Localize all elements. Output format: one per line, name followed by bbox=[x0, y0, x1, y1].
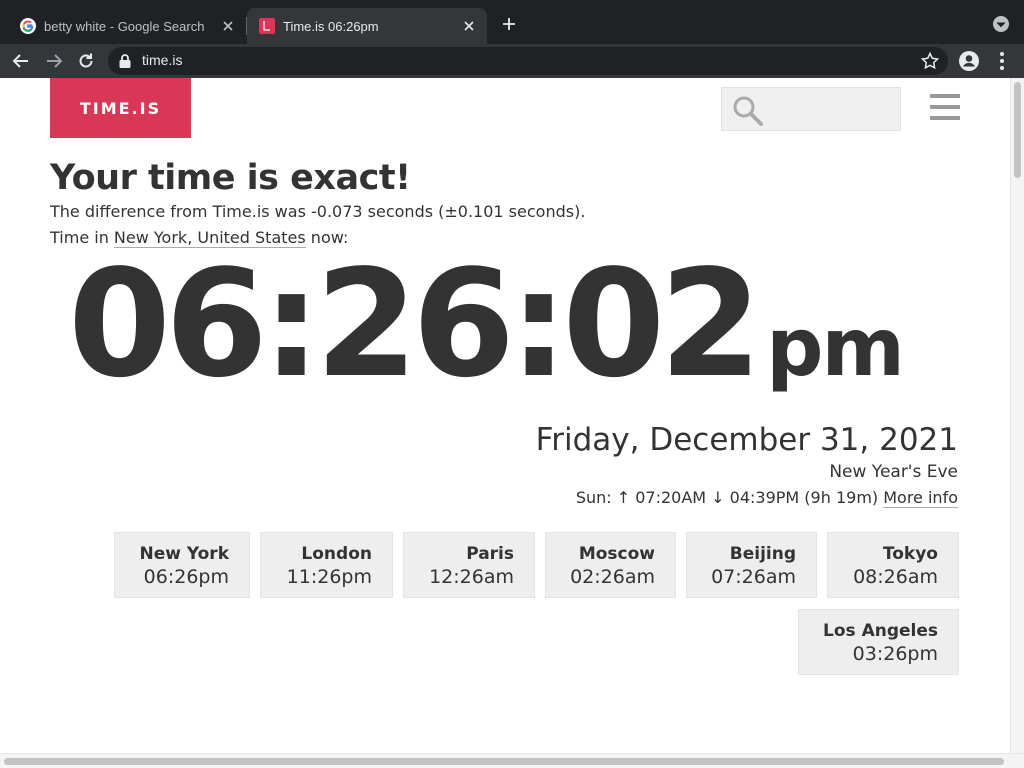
city-clock-los-angeles[interactable]: Los Angeles 03:26pm bbox=[798, 609, 959, 675]
city-time: 02:26am bbox=[570, 566, 655, 588]
site-logo[interactable]: TIME.IS bbox=[50, 78, 191, 138]
city-time: 03:26pm bbox=[852, 643, 938, 665]
tab-title: Time.is 06:26pm bbox=[283, 18, 379, 34]
site-search-box[interactable] bbox=[721, 87, 901, 131]
city-name: Tokyo bbox=[882, 544, 938, 564]
vertical-scrollbar[interactable] bbox=[1010, 78, 1024, 754]
search-icon bbox=[733, 96, 763, 126]
lock-icon bbox=[119, 54, 131, 68]
browser-tab-strip: betty white - Google Search Time.is 06:2… bbox=[0, 0, 1024, 44]
search-input[interactable] bbox=[768, 96, 894, 124]
current-date: Friday, December 31, 2021 bbox=[535, 422, 958, 458]
city-clock-tokyo[interactable]: Tokyo 08:26am bbox=[827, 532, 959, 598]
bookmark-star-icon[interactable] bbox=[920, 51, 940, 71]
city-time: 06:26pm bbox=[143, 566, 229, 588]
page-viewport: TIME.IS Your time is exact! The differen… bbox=[0, 78, 1024, 768]
horizontal-scrollbar[interactable] bbox=[0, 753, 1024, 768]
tab-search-dropdown-icon[interactable] bbox=[990, 13, 1012, 35]
forward-button[interactable] bbox=[42, 49, 66, 73]
page-title: Your time is exact! bbox=[50, 158, 411, 198]
back-button[interactable] bbox=[9, 49, 33, 73]
city-name: Los Angeles bbox=[823, 621, 938, 641]
city-time: 12:26am bbox=[429, 566, 514, 588]
city-clock-london[interactable]: London 11:26pm bbox=[260, 532, 393, 598]
time-difference-text: The difference from Time.is was -0.073 s… bbox=[50, 202, 586, 221]
city-clock-new-york[interactable]: New York 06:26pm bbox=[114, 532, 250, 598]
city-clock-moscow[interactable]: Moscow 02:26am bbox=[545, 532, 676, 598]
close-tab-icon[interactable] bbox=[220, 18, 236, 34]
city-clock-beijing[interactable]: Beijing 07:26am bbox=[686, 532, 817, 598]
city-clock-paris[interactable]: Paris 12:26am bbox=[403, 532, 535, 598]
city-name: New York bbox=[139, 544, 230, 564]
clock-ampm: pm bbox=[766, 301, 905, 394]
main-clock: 06:26:02 pm bbox=[68, 250, 905, 398]
address-bar[interactable]: time.is bbox=[108, 47, 948, 75]
google-g-icon bbox=[20, 18, 36, 34]
vertical-scroll-thumb[interactable] bbox=[1014, 82, 1021, 178]
city-time: 11:26pm bbox=[286, 566, 372, 588]
new-tab-button[interactable] bbox=[497, 12, 521, 36]
clock-time: 06:26:02 bbox=[68, 238, 762, 410]
back-arrow-icon bbox=[12, 54, 28, 68]
hamburger-menu-icon[interactable] bbox=[930, 94, 960, 122]
profile-avatar-icon[interactable] bbox=[958, 50, 980, 72]
plus-icon bbox=[503, 18, 515, 30]
city-name: Moscow bbox=[578, 544, 655, 564]
sun-times: Sun: ↑ 07:20AM ↓ 04:39PM (9h 19m) bbox=[575, 488, 879, 507]
tab-timeis[interactable]: Time.is 06:26pm bbox=[247, 8, 487, 44]
city-name: Paris bbox=[466, 544, 514, 564]
browser-toolbar: time.is bbox=[0, 44, 1024, 78]
tab-google-search[interactable]: betty white - Google Search bbox=[8, 8, 246, 44]
city-time: 07:26am bbox=[711, 566, 796, 588]
url-text: time.is bbox=[142, 52, 183, 68]
city-name: Beijing bbox=[729, 544, 796, 564]
reload-button[interactable] bbox=[74, 49, 98, 73]
city-name: London bbox=[301, 544, 372, 564]
sun-info-line: Sun: ↑ 07:20AM ↓ 04:39PM (9h 19m) More i… bbox=[575, 488, 958, 508]
holiday-text: New Year's Eve bbox=[829, 462, 958, 482]
tab-title: betty white - Google Search bbox=[44, 18, 205, 34]
horizontal-scroll-thumb[interactable] bbox=[4, 758, 1004, 765]
more-info-link[interactable]: More info bbox=[883, 488, 958, 508]
city-time: 08:26am bbox=[853, 566, 938, 588]
reload-icon bbox=[79, 53, 93, 68]
timeis-icon bbox=[259, 18, 275, 34]
close-tab-icon[interactable] bbox=[461, 18, 477, 34]
forward-arrow-icon bbox=[47, 54, 63, 68]
browser-menu-icon[interactable] bbox=[994, 50, 1010, 72]
